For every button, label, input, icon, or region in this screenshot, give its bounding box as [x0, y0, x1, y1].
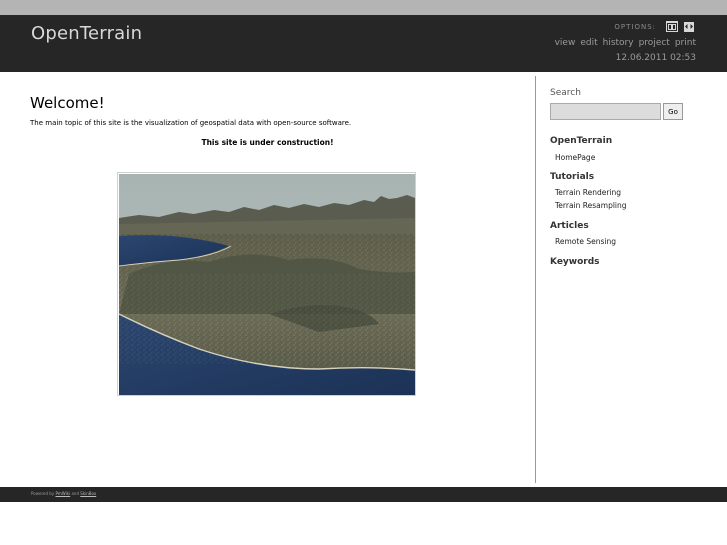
page-title: Welcome! — [30, 94, 105, 112]
main-content: Welcome! The main topic of this site is … — [0, 72, 535, 487]
terrain-image — [117, 172, 416, 396]
footer-prefix: Powered by — [31, 491, 55, 496]
search-heading: Search — [550, 88, 581, 98]
site-title[interactable]: OpenTerrain — [31, 23, 142, 44]
sidebar-item-remote-sensing[interactable]: Remote Sensing — [555, 237, 616, 246]
pmwiki-link[interactable]: PmWiki — [55, 491, 70, 496]
search-input[interactable] — [550, 103, 661, 120]
sidebar-item-homepage[interactable]: HomePage — [555, 153, 595, 162]
view-link[interactable]: view — [555, 38, 576, 48]
skinbox-link[interactable]: SkinBox — [80, 491, 96, 496]
layout-wide-icon[interactable] — [666, 21, 678, 32]
page-actions: view edit history project print — [555, 38, 696, 48]
section-heading-keywords: Keywords — [550, 257, 600, 267]
top-strip — [0, 0, 727, 15]
options-label: OPTIONS: — [614, 22, 656, 31]
project-link[interactable]: project — [639, 38, 670, 48]
section-heading-openterrain: OpenTerrain — [550, 136, 613, 146]
history-link[interactable]: history — [603, 38, 634, 48]
options-bar: OPTIONS: — [614, 21, 694, 32]
search-go-button[interactable]: Go — [663, 103, 683, 120]
site-footer: Powered by PmWiki and SkinBox — [0, 487, 727, 502]
section-heading-tutorials: Tutorials — [550, 172, 595, 182]
intro-text: The main topic of this site is the visua… — [30, 119, 352, 127]
site-header: OpenTerrain OPTIONS: view edit history p… — [0, 15, 727, 72]
timestamp: 12.06.2011 02:53 — [615, 53, 696, 63]
sidebar-item-terrain-resampling[interactable]: Terrain Resampling — [555, 201, 627, 210]
edit-link[interactable]: edit — [580, 38, 597, 48]
print-link[interactable]: print — [675, 38, 696, 48]
footer-and: and — [71, 491, 79, 496]
footer-credit: Powered by PmWiki and SkinBox — [31, 491, 96, 496]
sidebar-divider — [535, 76, 536, 483]
terrain-render-picture — [119, 174, 415, 395]
construction-notice: This site is under construction! — [201, 138, 334, 147]
section-heading-articles: Articles — [550, 221, 589, 231]
sidebar-item-terrain-rendering[interactable]: Terrain Rendering — [555, 188, 621, 197]
layout-fixed-icon[interactable] — [684, 21, 694, 32]
